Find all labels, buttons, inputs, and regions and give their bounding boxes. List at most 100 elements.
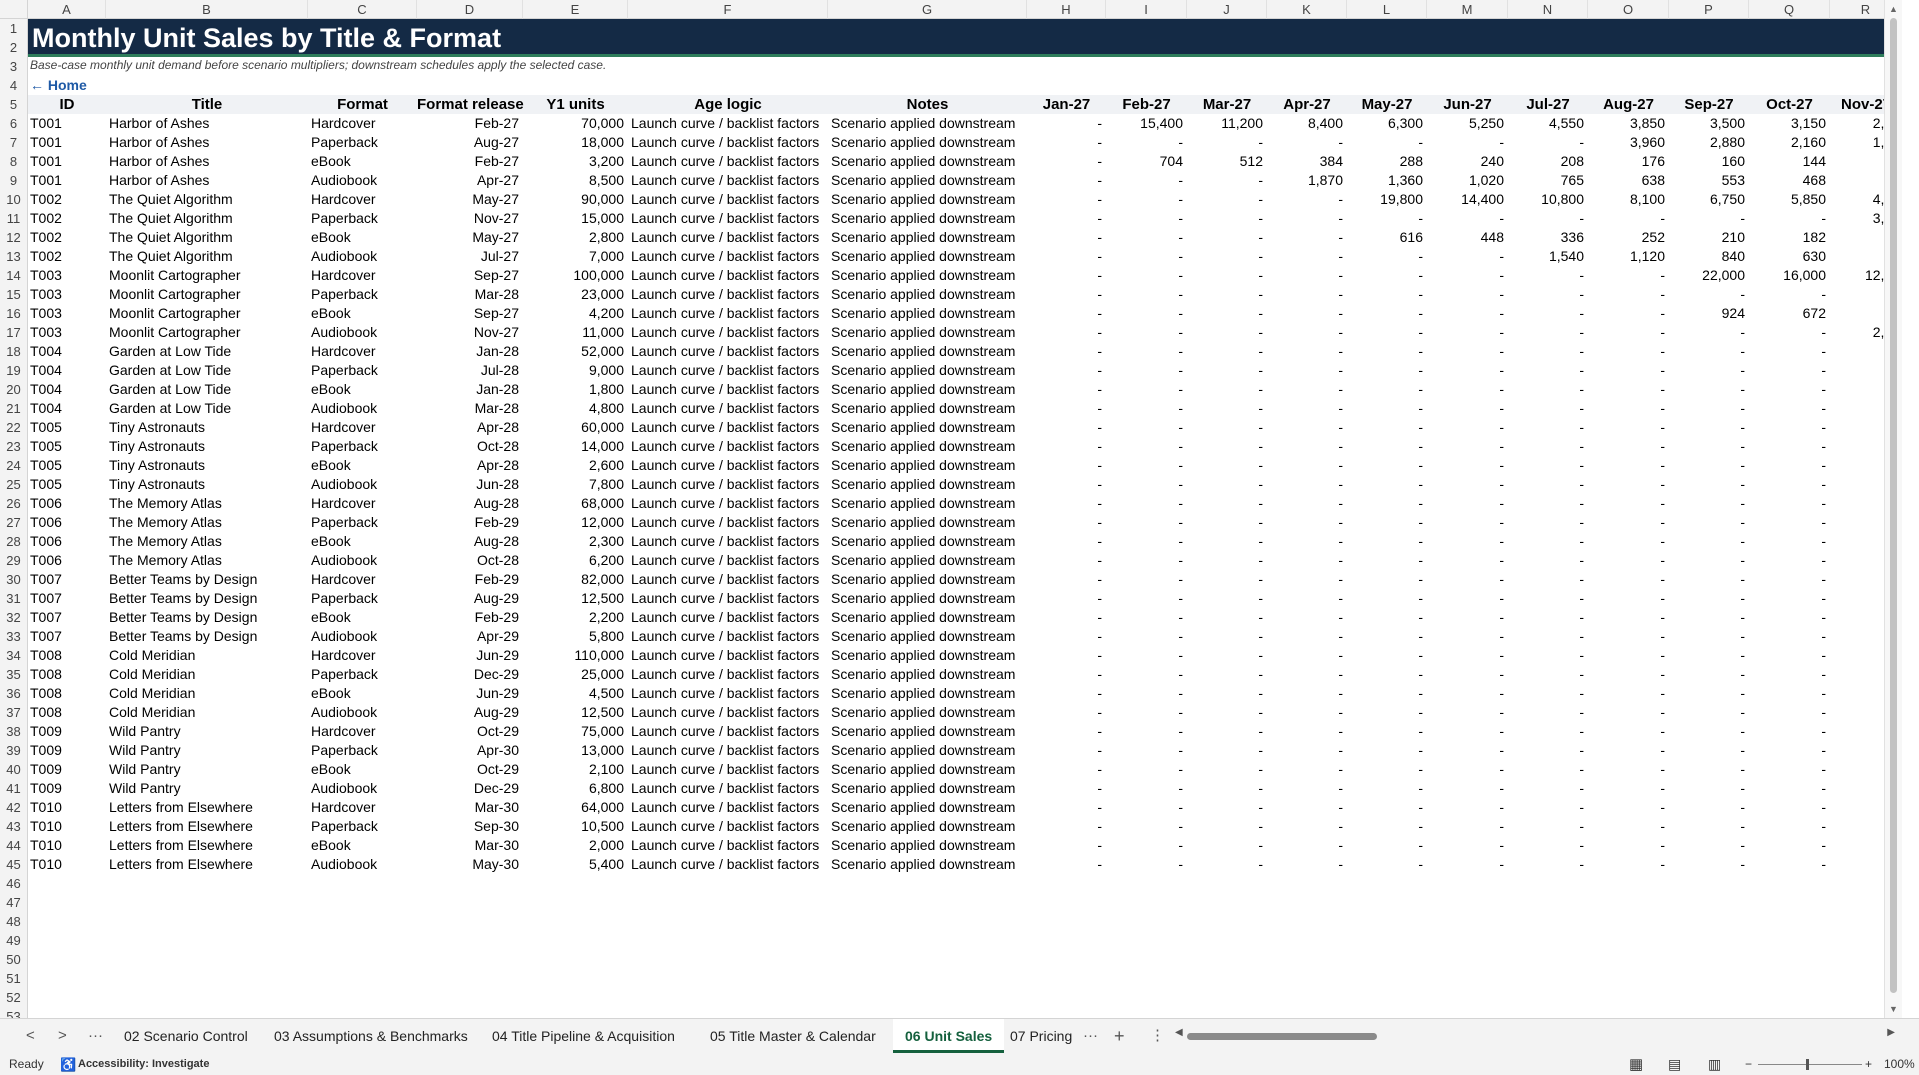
table-cell[interactable]: Jun-28 (417, 475, 519, 494)
accessibility-status[interactable]: Accessibility: Investigate (78, 1054, 209, 1075)
table-cell[interactable]: - (1427, 437, 1504, 456)
table-cell[interactable]: - (1749, 361, 1826, 380)
table-cell[interactable]: - (1427, 722, 1504, 741)
table-cell[interactable]: - (1267, 494, 1343, 513)
table-cell[interactable]: - (1588, 266, 1665, 285)
table-cell[interactable]: - (1027, 703, 1102, 722)
table-cell[interactable]: - (1347, 266, 1423, 285)
table-cell[interactable]: - (1027, 171, 1102, 190)
table-cell[interactable]: - (1187, 608, 1263, 627)
table-cell[interactable]: - (1749, 703, 1826, 722)
table-cell[interactable]: May-27 (417, 190, 519, 209)
table-cell[interactable]: Launch curve / backlist factors (631, 190, 828, 209)
table-cell[interactable]: - (1027, 627, 1102, 646)
table-cell[interactable]: - (1749, 551, 1826, 570)
table-cell[interactable]: T003 (30, 266, 105, 285)
table-cell[interactable]: Launch curve / backlist factors (631, 323, 828, 342)
row-header[interactable]: 10 (0, 190, 28, 209)
table-cell[interactable]: - (1427, 570, 1504, 589)
table-cell[interactable]: - (1106, 380, 1183, 399)
table-cell[interactable]: Tiny Astronauts (109, 456, 308, 475)
table-cell[interactable]: - (1427, 399, 1504, 418)
table-cell[interactable]: The Memory Atlas (109, 494, 308, 513)
table-cell[interactable]: Harbor of Ashes (109, 152, 308, 171)
table-cell[interactable]: - (1267, 608, 1343, 627)
table-cell[interactable]: 5,850 (1749, 190, 1826, 209)
table-cell[interactable]: T008 (30, 665, 105, 684)
table-cell[interactable]: - (1749, 665, 1826, 684)
table-cell[interactable]: - (1588, 665, 1665, 684)
sheet-tab[interactable]: 06 Unit Sales (893, 1019, 1005, 1053)
table-cell[interactable]: 5,400 (523, 855, 624, 874)
table-cell[interactable]: Scenario applied downstream (831, 247, 1027, 266)
table-cell[interactable]: - (1027, 399, 1102, 418)
table-cell[interactable]: - (1187, 836, 1263, 855)
table-cell[interactable]: - (1106, 513, 1183, 532)
table-cell[interactable]: - (1749, 209, 1826, 228)
table-cell[interactable]: - (1187, 817, 1263, 836)
table-cell[interactable]: 60,000 (523, 418, 624, 437)
table-cell[interactable]: 8,500 (523, 171, 624, 190)
table-cell[interactable]: Paperback (311, 285, 417, 304)
table-header-cell[interactable]: Feb-27 (1106, 95, 1187, 114)
table-cell[interactable]: - (1267, 532, 1343, 551)
table-cell[interactable]: - (1347, 684, 1423, 703)
table-cell[interactable]: 90,000 (523, 190, 624, 209)
table-cell[interactable]: Launch curve / backlist factors (631, 722, 828, 741)
table-cell[interactable]: Scenario applied downstream (831, 456, 1027, 475)
table-cell[interactable]: 25,000 (523, 665, 624, 684)
table-cell[interactable]: - (1749, 608, 1826, 627)
table-cell[interactable]: - (1187, 323, 1263, 342)
table-cell[interactable]: Launch curve / backlist factors (631, 608, 828, 627)
table-cell[interactable]: 11,000 (523, 323, 624, 342)
table-cell[interactable]: Wild Pantry (109, 741, 308, 760)
table-cell[interactable]: Scenario applied downstream (831, 285, 1027, 304)
horizontal-scroll-thumb[interactable] (1187, 1033, 1377, 1040)
table-cell[interactable]: Harbor of Ashes (109, 133, 308, 152)
table-cell[interactable]: - (1027, 741, 1102, 760)
table-cell[interactable]: - (1588, 760, 1665, 779)
table-cell[interactable]: - (1508, 627, 1584, 646)
table-cell[interactable]: - (1508, 779, 1584, 798)
table-cell[interactable]: - (1106, 209, 1183, 228)
table-cell[interactable]: Letters from Elsewhere (109, 798, 308, 817)
table-cell[interactable]: - (1508, 437, 1584, 456)
table-cell[interactable]: - (1749, 323, 1826, 342)
table-cell[interactable]: Paperback (311, 589, 417, 608)
table-cell[interactable]: Hardcover (311, 342, 417, 361)
table-cell[interactable]: - (1106, 722, 1183, 741)
table-cell[interactable]: - (1588, 342, 1665, 361)
table-cell[interactable]: - (1508, 342, 1584, 361)
table-cell[interactable]: - (1749, 798, 1826, 817)
table-cell[interactable]: - (1588, 437, 1665, 456)
table-cell[interactable]: Better Teams by Design (109, 570, 308, 589)
table-cell[interactable]: T007 (30, 589, 105, 608)
table-cell[interactable]: - (1347, 247, 1423, 266)
table-cell[interactable]: Launch curve / backlist factors (631, 456, 828, 475)
table-cell[interactable]: - (1187, 494, 1263, 513)
table-cell[interactable]: - (1347, 342, 1423, 361)
table-cell[interactable]: Launch curve / backlist factors (631, 266, 828, 285)
table-cell[interactable]: Launch curve / backlist factors (631, 475, 828, 494)
table-cell[interactable]: - (1427, 855, 1504, 874)
table-cell[interactable]: T005 (30, 475, 105, 494)
table-cell[interactable]: - (1669, 646, 1745, 665)
table-cell[interactable]: Jul-28 (417, 361, 519, 380)
table-cell[interactable]: - (1508, 494, 1584, 513)
table-cell[interactable]: Launch curve / backlist factors (631, 342, 828, 361)
table-cell[interactable]: - (1267, 760, 1343, 779)
table-cell[interactable]: Audiobook (311, 627, 417, 646)
table-cell[interactable]: Aug-28 (417, 532, 519, 551)
sheet-menu-icon[interactable]: ⋮ (1150, 1019, 1165, 1053)
row-header[interactable]: 35 (0, 665, 28, 684)
table-cell[interactable]: The Memory Atlas (109, 532, 308, 551)
table-cell[interactable]: 7,800 (523, 475, 624, 494)
table-cell[interactable]: Paperback (311, 665, 417, 684)
table-header-cell[interactable]: Aug-27 (1588, 95, 1669, 114)
table-cell[interactable]: - (1027, 285, 1102, 304)
table-cell[interactable]: 2,600 (523, 456, 624, 475)
table-cell[interactable]: 8,100 (1588, 190, 1665, 209)
table-cell[interactable]: - (1588, 380, 1665, 399)
table-header-cell[interactable]: Title (106, 95, 308, 114)
sheet-tab[interactable]: 04 Title Pipeline & Acquisition (480, 1019, 687, 1053)
